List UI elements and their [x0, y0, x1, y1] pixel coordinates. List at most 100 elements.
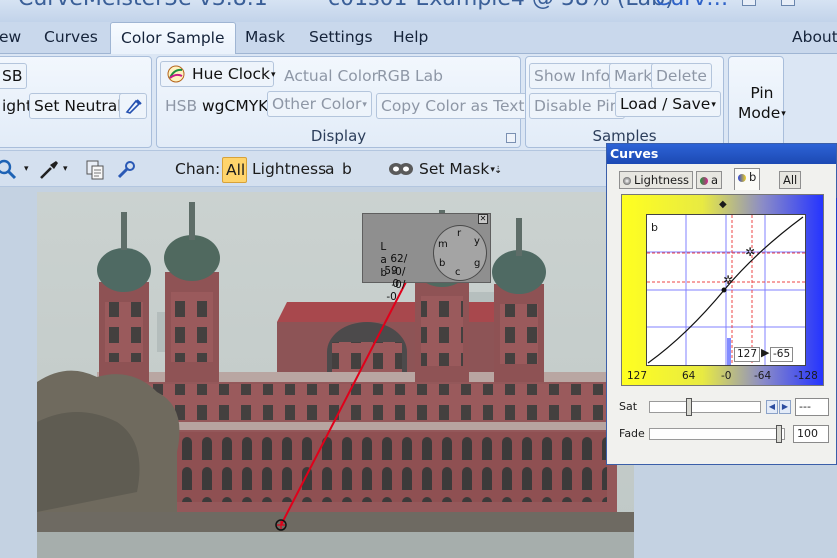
menu-color-sample[interactable]: Color Sample	[110, 22, 236, 55]
document-title: c01s01-Example4 @ 58% (Lab)	[328, 0, 674, 11]
a-channel-icon	[700, 176, 708, 185]
fade-slider[interactable]	[649, 425, 785, 443]
menu-mask[interactable]: Mask	[245, 28, 285, 46]
eyedropper-pick-button[interactable]	[119, 93, 147, 119]
lightness-icon	[623, 176, 631, 185]
readout-value-before: -0/	[391, 279, 406, 291]
menu-help[interactable]: Help	[393, 28, 428, 46]
show-info-button[interactable]: Show Info	[529, 63, 616, 89]
axis-tick-64: 64	[682, 370, 696, 382]
lab-button[interactable]: Lab	[410, 63, 448, 89]
actual-color-button[interactable]: Actual Color	[279, 63, 383, 89]
pin-mode-line1: Pin	[750, 84, 774, 102]
menu-view[interactable]: ew	[0, 28, 21, 46]
delete-button[interactable]: Delete	[651, 63, 712, 89]
fade-label: Fade	[619, 427, 645, 440]
hsb-button[interactable]: HSB	[160, 93, 202, 119]
set-mask-button[interactable]: Set Mask▾	[419, 160, 495, 178]
mark-button[interactable]: Mark	[609, 63, 658, 89]
copy-icon[interactable]	[84, 159, 106, 181]
curve-output-value[interactable]: -65	[770, 347, 794, 362]
display-group-label: Display	[310, 127, 367, 145]
tab-b[interactable]: b	[734, 168, 761, 190]
fade-slider-thumb[interactable]	[776, 425, 782, 443]
set-mask-label: Set Mask	[419, 160, 490, 178]
tab-lightness[interactable]: Lightness	[619, 171, 694, 189]
tab-b-label: b	[749, 170, 757, 184]
menu-settings[interactable]: Settings	[309, 28, 373, 46]
curve-point-icon[interactable]: ✲	[723, 273, 733, 287]
zoom-icon[interactable]	[0, 159, 18, 181]
readout-label: b	[380, 267, 388, 279]
menu-about[interactable]: About	[792, 28, 837, 46]
ribbon-group-samples: Show Info Mark Delete Disable Pin Load /…	[525, 56, 724, 148]
axis-tick-neg64: -64	[754, 370, 772, 382]
arrow-right-icon: ▶	[761, 346, 770, 359]
menu-bar: ew Curves Color Sample Mask Settings Hel…	[0, 22, 837, 55]
fade-value-field[interactable]: 100	[793, 425, 829, 443]
ribbon-group-display: Hue Clock▾ Actual Color RGB Lab HSB wgCM…	[156, 56, 530, 148]
mask-icon	[389, 163, 413, 175]
clock-letter-y: y	[474, 236, 480, 247]
channel-a-button[interactable]: a	[325, 160, 335, 178]
pin-mode-button[interactable]: Pin Mode▾	[733, 79, 791, 127]
curve-input-value[interactable]: 127	[734, 347, 761, 362]
chevron-down-icon[interactable]: ▾	[63, 164, 68, 174]
chevron-down-icon: ▾	[271, 69, 276, 80]
other-color-dropdown[interactable]: Other Color▾	[267, 91, 372, 117]
tab-a[interactable]: a	[696, 171, 723, 189]
toolbar-overflow-icon[interactable]: ⇣	[494, 165, 502, 176]
sat-slider-thumb[interactable]	[686, 398, 692, 416]
curve-plot[interactable]: b ✲ ✲ 127 ▶ -65	[646, 214, 806, 366]
hue-clock-icon	[167, 65, 185, 83]
sample-readout-popup[interactable]: ✕ L 62/ 59 a -0/ 0 b -0/ -0 r y m b g c	[362, 213, 491, 303]
sat-label: Sat	[619, 400, 638, 413]
sat-increase-icon[interactable]: ▶	[779, 400, 791, 414]
clock-letter-m: m	[438, 239, 448, 250]
maximize-button[interactable]	[781, 0, 795, 6]
readout-value-after: -0	[386, 291, 397, 303]
hue-clock-button[interactable]: Hue Clock▾	[160, 61, 276, 87]
load-save-label: Load / Save	[620, 95, 711, 113]
set-neutral-button[interactable]: Set Neutral	[29, 93, 127, 119]
menu-curves[interactable]: Curves	[44, 28, 98, 46]
curves-dialog[interactable]: Curves Lightness a b All ◆ b ✲ ✲ 127 ▶ -…	[606, 143, 837, 465]
image-canvas[interactable]	[37, 192, 634, 558]
readout-row-b: b -0/ -0	[367, 255, 405, 315]
picker-icon	[125, 99, 142, 114]
disable-pin-button[interactable]: Disable Pin	[529, 93, 625, 119]
copy-color-as-text-button[interactable]: Copy Color as Text	[376, 93, 530, 119]
curve-top-marker-icon: ◆	[719, 199, 727, 210]
axis-tick-0: -0	[721, 370, 732, 382]
sat-decrease-icon[interactable]: ◀	[766, 400, 778, 414]
load-save-dropdown[interactable]: Load / Save▾	[615, 91, 721, 117]
tab-all[interactable]: All	[779, 171, 802, 189]
rgb-button[interactable]: RGB	[372, 63, 415, 89]
close-icon[interactable]: ✕	[478, 214, 488, 224]
sat-slider[interactable]	[649, 398, 761, 416]
sat-value-field[interactable]: ---	[795, 398, 829, 416]
hsb-left-button[interactable]: SB	[0, 63, 28, 89]
minimize-button[interactable]	[742, 0, 756, 6]
eyedropper-icon[interactable]	[38, 159, 60, 181]
channel-all-button[interactable]: All	[222, 157, 247, 183]
wrench-icon[interactable]	[115, 159, 137, 181]
ribbon-group-neutral: SB ight Set Neutral	[0, 56, 152, 148]
wgcmyk-button[interactable]: wgCMYK	[197, 93, 273, 119]
ribbon-group-pin-mode: Pin Mode▾	[728, 56, 786, 148]
hue-clock-label: Hue Clock	[191, 65, 270, 83]
clock-letter-g: g	[474, 258, 481, 269]
curves-title: Curves	[607, 144, 836, 164]
clock-letter-b: b	[439, 258, 446, 269]
tab-lightness-label: Lightness	[634, 173, 690, 187]
channel-b-button[interactable]: b	[342, 160, 352, 178]
other-color-label: Other Color	[272, 95, 362, 113]
curve-point-icon[interactable]: ✲	[745, 245, 755, 259]
b-channel-icon	[738, 173, 746, 182]
ribbon: SB ight Set Neutral Hue Clock▾ Actual Co…	[0, 54, 837, 150]
title-bar: • CurveMeister3e v3.8.1 c01s01-Example4 …	[0, 0, 837, 22]
channel-lightness-button[interactable]: Lightness	[252, 160, 326, 178]
dialog-launcher-icon[interactable]	[506, 133, 516, 143]
chevron-down-icon[interactable]: ▾	[24, 164, 29, 174]
chevron-down-icon: ▾	[781, 108, 786, 119]
